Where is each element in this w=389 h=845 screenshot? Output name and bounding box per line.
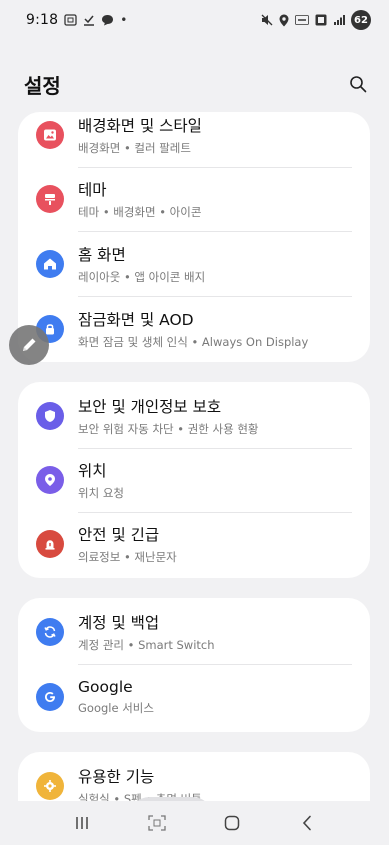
wallpaper-icon — [36, 121, 64, 149]
battery-icon: 62 — [351, 10, 371, 30]
settings-item-text: 배경화면 및 스타일 배경화면 • 컬러 팔레트 — [78, 112, 352, 168]
settings-item-subtitle: Google 서비스 — [78, 701, 154, 715]
settings-list: 배경화면 및 스타일 배경화면 • 컬러 팔레트 테마 테마 • 배경화면 • … — [0, 112, 389, 801]
search-icon — [350, 76, 367, 93]
floating-edit-button[interactable] — [9, 325, 49, 365]
settings-item-title: Google — [78, 678, 133, 696]
home-icon — [36, 250, 64, 278]
navigation-bar — [0, 801, 389, 845]
settings-item-subtitle: 보안 위험 자동 차단 • 권한 사용 현황 — [78, 421, 259, 436]
back-icon — [303, 815, 312, 831]
volte-icon — [295, 15, 309, 25]
settings-item-title: 안전 및 긴급 — [78, 526, 160, 544]
network-5g-icon — [315, 14, 327, 26]
settings-item-subtitle: 의료정보 • 재난문자 — [78, 550, 177, 564]
mute-icon — [261, 14, 273, 26]
settings-item-accounts-backup[interactable]: 계정 및 백업 계정 관리 • Smart Switch — [18, 600, 370, 665]
settings-item-title: 테마 — [78, 180, 107, 199]
page-title: 설정 — [24, 73, 61, 98]
screenshot-notification-icon — [64, 14, 77, 26]
theme-icon — [36, 185, 64, 213]
settings-item-text: 테마 테마 • 배경화면 • 아이콘 — [78, 167, 352, 232]
settings-item-text: 계정 및 백업 계정 관리 • Smart Switch — [78, 600, 352, 665]
pencil-icon — [23, 338, 36, 351]
google-icon — [36, 683, 64, 711]
settings-item-subtitle: 배경화면 • 컬러 팔레트 — [78, 140, 191, 155]
settings-card-accounts: 계정 및 백업 계정 관리 • Smart Switch Google Goog… — [18, 598, 370, 732]
settings-item-text: 보안 및 개인정보 보호 보안 위험 자동 차단 • 권한 사용 현황 — [78, 384, 352, 449]
settings-item-google[interactable]: Google Google 서비스 — [18, 665, 370, 729]
location-status-icon — [279, 14, 289, 27]
settings-item-subtitle: 계정 관리 • Smart Switch — [78, 637, 215, 652]
settings-item-title: 유용한 기능 — [78, 768, 155, 786]
scan-frame-icon — [148, 815, 166, 831]
settings-item-text: 잠금화면 및 AOD 화면 잠금 및 생체 인식 • Always On Dis… — [78, 297, 352, 361]
settings-item-subtitle: 위치 요청 — [78, 485, 124, 500]
header: 설정 — [0, 64, 389, 104]
status-bar-left: 9:18 • — [26, 12, 127, 28]
status-bar: 9:18 • 62 — [0, 0, 389, 40]
settings-card-security: 보안 및 개인정보 보호 보안 위험 자동 차단 • 권한 사용 현황 위치 위… — [18, 382, 370, 578]
signal-icon — [333, 14, 345, 26]
settings-item-security-privacy[interactable]: 보안 및 개인정보 보호 보안 위험 자동 차단 • 권한 사용 현황 — [18, 384, 370, 449]
settings-item-wallpaper-style[interactable]: 배경화면 및 스타일 배경화면 • 컬러 팔레트 — [18, 112, 370, 168]
settings-item-title: 배경화면 및 스타일 — [78, 116, 202, 135]
message-notification-icon — [101, 14, 114, 26]
more-notifications-dot: • — [120, 13, 128, 27]
settings-item-text: 홈 화면 레이아웃 • 앱 아이콘 배지 — [78, 232, 352, 297]
settings-item-text: 안전 및 긴급 의료정보 • 재난문자 — [78, 512, 352, 576]
recent-apps-icon — [75, 817, 88, 829]
settings-item-advanced-features[interactable]: 유용한 기능 실험실 • S펜 • 측면 버튼 — [18, 754, 370, 801]
home-nav-icon — [224, 815, 240, 831]
settings-item-title: 잠금화면 및 AOD — [78, 311, 194, 329]
back-button[interactable] — [283, 805, 331, 841]
gear-icon — [36, 772, 64, 800]
download-done-icon — [83, 14, 95, 26]
settings-item-title: 계정 및 백업 — [78, 613, 160, 632]
settings-item-safety-emergency[interactable]: 안전 및 긴급 의료정보 • 재난문자 — [18, 512, 370, 576]
emergency-icon — [36, 530, 64, 558]
status-time: 9:18 — [26, 12, 59, 28]
settings-item-subtitle: 화면 잠금 및 생체 인식 • Always On Display — [78, 335, 309, 349]
settings-item-text: 유용한 기능 실험실 • S펜 • 측면 버튼 — [78, 754, 352, 801]
shield-icon — [36, 402, 64, 430]
screen-capture-button[interactable] — [133, 805, 181, 841]
settings-item-title: 위치 — [78, 461, 107, 480]
settings-item-subtitle: 테마 • 배경화면 • 아이콘 — [78, 204, 202, 219]
location-pin-icon — [36, 466, 64, 494]
settings-card-display: 배경화면 및 스타일 배경화면 • 컬러 팔레트 테마 테마 • 배경화면 • … — [18, 112, 370, 362]
settings-item-home-screen[interactable]: 홈 화면 레이아웃 • 앱 아이콘 배지 — [18, 232, 370, 297]
settings-item-theme[interactable]: 테마 테마 • 배경화면 • 아이콘 — [18, 167, 370, 232]
settings-item-text: 위치 위치 요청 — [78, 448, 352, 513]
home-button[interactable] — [208, 805, 256, 841]
settings-item-lock-screen[interactable]: 잠금화면 및 AOD 화면 잠금 및 생체 인식 • Always On Dis… — [18, 297, 370, 361]
settings-item-subtitle: 실험실 • S펜 • 측면 버튼 — [78, 792, 202, 801]
search-button[interactable] — [343, 69, 373, 99]
settings-item-title: 홈 화면 — [78, 245, 126, 264]
settings-item-title: 보안 및 개인정보 보호 — [78, 397, 222, 416]
settings-item-location[interactable]: 위치 위치 요청 — [18, 448, 370, 513]
settings-item-subtitle: 레이아웃 • 앱 아이콘 배지 — [78, 269, 206, 284]
status-bar-right: 62 — [261, 10, 371, 30]
recent-apps-button[interactable] — [58, 805, 106, 841]
settings-card-advanced: 유용한 기능 실험실 • S펜 • 측면 버튼 — [18, 752, 370, 801]
sync-icon — [36, 618, 64, 646]
settings-item-text: Google Google 서비스 — [78, 665, 352, 729]
